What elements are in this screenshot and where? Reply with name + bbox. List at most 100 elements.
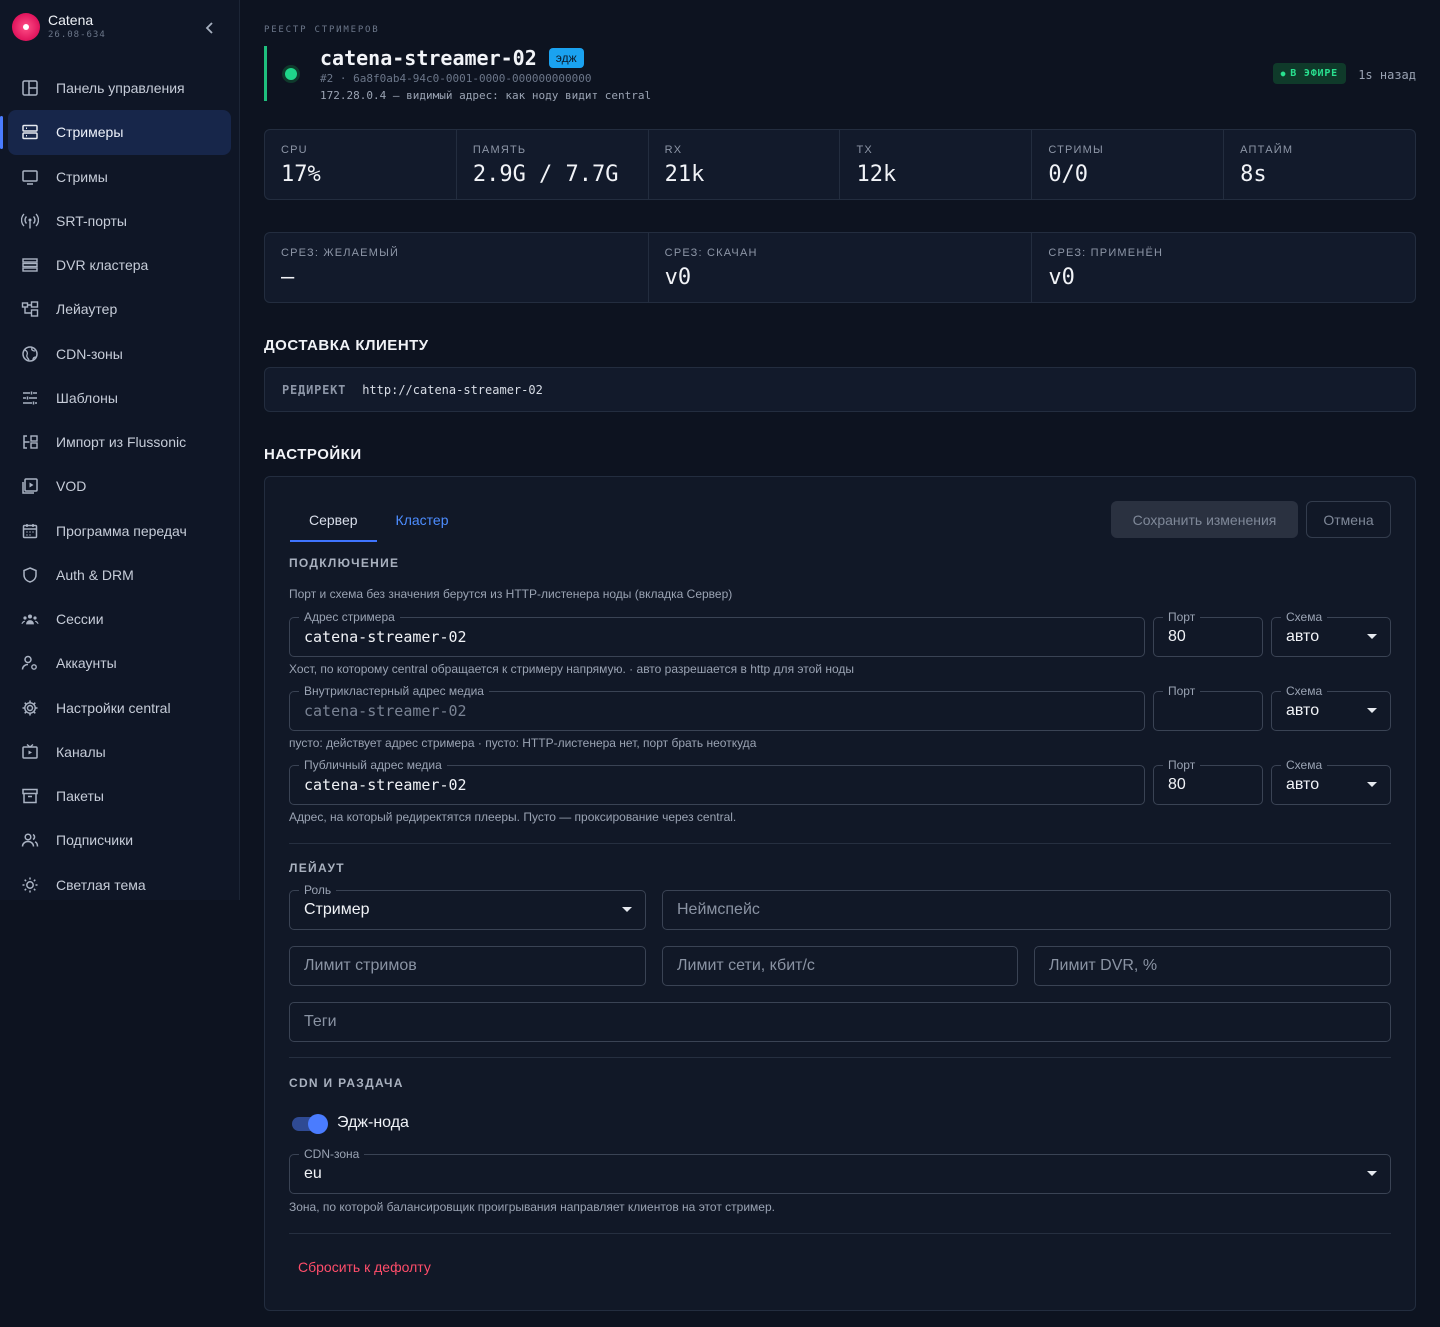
sidebar-item-subscribers[interactable]: Подписчики xyxy=(8,818,231,862)
brand-name: Catena xyxy=(48,12,94,28)
users-group-icon xyxy=(20,609,40,629)
dvr-limit-input[interactable]: Лимит DVR, % xyxy=(1034,946,1391,986)
sidebar-item-label: Подписчики xyxy=(56,832,134,849)
live-status-badge: В ЭФИРЕ xyxy=(1272,63,1346,84)
public-media-port-field[interactable]: Порт 80 xyxy=(1153,757,1263,805)
sidebar-item-auth-drm[interactable]: Auth & DRM xyxy=(8,553,231,597)
role-select[interactable]: Роль Стример xyxy=(289,882,646,930)
sidebar-item-templates[interactable]: Шаблоны xyxy=(8,376,231,420)
cancel-button[interactable]: Отмена xyxy=(1306,501,1391,538)
antenna-icon xyxy=(20,211,40,231)
tags-input[interactable]: Теги xyxy=(289,1002,1391,1042)
cdn-title: CDN И РАЗДАЧА xyxy=(289,1076,404,1090)
streamer-scheme-select[interactable]: Схема авто xyxy=(1271,609,1391,657)
slice-desired: СРЕЗ: ЖЕЛАЕМЫЙ — xyxy=(265,233,649,302)
settings-tabs: Сервер Кластер xyxy=(290,505,467,542)
stat-label: АПТАЙМ xyxy=(1240,144,1294,156)
stat-label: СРЕЗ: СКАЧАН xyxy=(664,247,758,259)
network-limit-input[interactable]: Лимит сети, кбит/с xyxy=(662,946,1018,986)
field-label: Порт xyxy=(1163,683,1201,699)
sidebar-item-flussonic-import[interactable]: Импорт из Flussonic xyxy=(8,420,231,464)
archive-icon xyxy=(20,786,40,806)
redirect-label: РЕДИРЕКТ xyxy=(282,382,347,397)
streamer-port-field[interactable]: Порт 80 xyxy=(1153,609,1263,657)
field-placeholder: Теги xyxy=(304,1013,337,1030)
sidebar-item-layouter[interactable]: Лейаутер xyxy=(8,287,231,331)
settings-card: Сервер Кластер Сохранить изменения Отмен… xyxy=(264,476,1416,1311)
page-title: catena-streamer-02 xyxy=(320,46,537,70)
sidebar-item-srt-ports[interactable]: SRT-порты xyxy=(8,199,231,243)
edge-badge: эдж xyxy=(548,48,584,68)
gear-icon xyxy=(20,698,40,718)
save-button[interactable]: Сохранить изменения xyxy=(1111,501,1298,538)
divider xyxy=(289,1233,1391,1234)
sidebar-item-sessions[interactable]: Сессии xyxy=(8,597,231,641)
edge-node-toggle[interactable] xyxy=(290,1114,328,1134)
collapse-sidebar-button[interactable] xyxy=(200,18,220,38)
sidebar-item-label: Панель управления xyxy=(56,80,185,97)
field-label: Внутрикластерный адрес медиа xyxy=(299,683,489,699)
sidebar-item-dashboard[interactable]: Панель управления xyxy=(8,66,231,110)
sidebar-item-dvr[interactable]: DVR кластера xyxy=(8,243,231,287)
tab-server[interactable]: Сервер xyxy=(290,505,377,542)
sidebar-item-label: Аккаунты xyxy=(56,655,117,672)
field-label: Порт xyxy=(1163,609,1201,625)
sidebar-item-light-theme[interactable]: Светлая тема xyxy=(8,863,231,907)
namespace-input[interactable]: Неймспейс xyxy=(662,890,1391,930)
sidebar-item-label: Светлая тема xyxy=(56,876,146,893)
cdn-zone-select[interactable]: CDN-зона eu xyxy=(289,1146,1391,1194)
redirect-url[interactable]: http://catena-streamer-02 xyxy=(362,383,543,397)
sidebar-item-label: SRT-порты xyxy=(56,212,127,229)
divider xyxy=(289,843,1391,844)
sidebar-item-accounts[interactable]: Аккаунты xyxy=(8,641,231,685)
public-media-address-field[interactable]: Публичный адрес медиа catena-streamer-02 xyxy=(289,757,1145,805)
catena-logo-icon xyxy=(12,13,40,41)
sidebar-item-channels[interactable]: Каналы xyxy=(8,730,231,774)
sidebar-item-packages[interactable]: Пакеты xyxy=(8,774,231,818)
stat-value: 0/0 xyxy=(1048,162,1089,187)
globe-icon xyxy=(20,344,40,364)
sidebar-item-cdn-zones[interactable]: CDN-зоны xyxy=(8,332,231,376)
reset-defaults-button[interactable]: Сбросить к дефолту xyxy=(298,1259,431,1275)
stat-value: 12k xyxy=(856,162,897,187)
sidebar-item-label: CDN-зоны xyxy=(56,345,123,362)
caret-down-icon xyxy=(1367,1171,1377,1176)
field-placeholder: Лимит DVR, % xyxy=(1049,957,1158,974)
stat-value: 2.9G / 7.7G xyxy=(472,162,619,187)
field-value: eu xyxy=(304,1165,322,1182)
stat-value: 17% xyxy=(281,162,321,187)
sidebar-item-label: Каналы xyxy=(56,743,106,760)
stats-panel: CPU 17% ПАМЯТЬ 2.9G / 7.7G RX 21k TX 12k… xyxy=(264,129,1416,200)
streamer-address-field[interactable]: Адрес стримера catena-streamer-02 xyxy=(289,609,1145,657)
video-icon xyxy=(20,476,40,496)
stat-value: 21k xyxy=(664,162,705,187)
slices-panel: СРЕЗ: ЖЕЛАЕМЫЙ — СРЕЗ: СКАЧАН v0 СРЕЗ: П… xyxy=(264,232,1416,303)
stat-tx: TX 12k xyxy=(840,130,1033,199)
brand-version: 26.08-634 xyxy=(48,30,106,40)
sidebar-item-label: VOD xyxy=(56,478,87,495)
divider xyxy=(289,1057,1391,1058)
public-media-scheme-select[interactable]: Схема авто xyxy=(1271,757,1391,805)
sidebar-item-streams[interactable]: Стримы xyxy=(8,155,231,199)
sun-icon xyxy=(20,875,40,895)
field-label: Адрес стримера xyxy=(299,609,400,625)
brand[interactable]: Catena 26.08-634 xyxy=(12,12,106,42)
field-label: Схема xyxy=(1281,683,1328,699)
sidebar-item-vod[interactable]: VOD xyxy=(8,464,231,508)
sidebar-item-streamers[interactable]: Стримеры xyxy=(0,110,231,155)
sidebar-item-schedule[interactable]: Программа передач xyxy=(8,509,231,553)
field-value: Стример xyxy=(304,901,370,918)
internal-media-port-field[interactable]: Порт xyxy=(1153,683,1263,731)
sidebar-item-label: Auth & DRM xyxy=(56,566,134,583)
breadcrumb[interactable]: РЕЕСТР СТРИМЕРОВ xyxy=(264,25,380,35)
sidebar-item-label: DVR кластера xyxy=(56,257,149,274)
streams-limit-input[interactable]: Лимит стримов xyxy=(289,946,646,986)
sidebar-item-central-settings[interactable]: Настройки central xyxy=(8,686,231,730)
field-placeholder: Лимит сети, кбит/с xyxy=(677,957,815,974)
internal-media-address-field[interactable]: Внутрикластерный адрес медиа catena-stre… xyxy=(289,683,1145,731)
field-label: Порт xyxy=(1163,757,1201,773)
internal-media-scheme-select[interactable]: Схема авто xyxy=(1271,683,1391,731)
tab-cluster[interactable]: Кластер xyxy=(377,505,468,542)
field-value: авто xyxy=(1286,628,1320,645)
shield-icon xyxy=(20,565,40,585)
